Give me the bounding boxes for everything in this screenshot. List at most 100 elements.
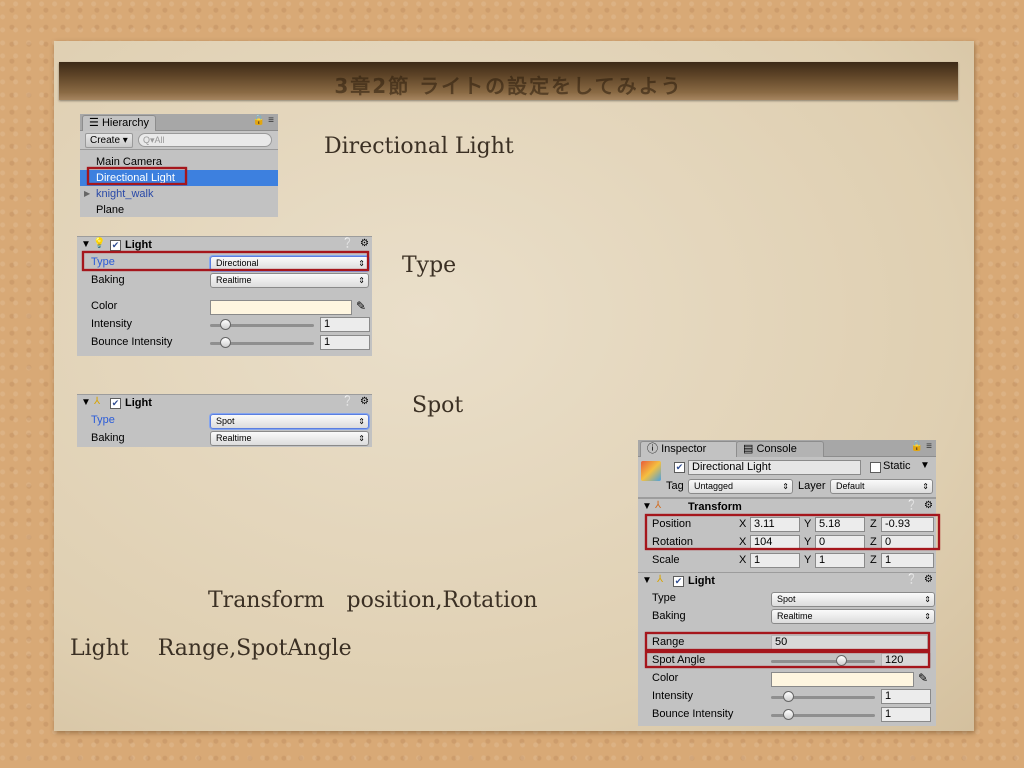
static-checkbox[interactable]: ✔ [870,462,881,473]
foldout-triangle-icon[interactable]: ▼ [81,397,91,408]
gameobject-icon [641,461,661,481]
baking-dropdown[interactable]: Realtime ⇕ [771,609,935,624]
help-icon[interactable]: ❔ [342,396,354,407]
eyedropper-icon[interactable]: ✎ [356,299,366,313]
eyedropper-icon[interactable]: ✎ [918,671,928,685]
caption-light: Light Range,SpotAngle [70,636,352,661]
help-icon[interactable]: ❔ [906,574,918,585]
layer-dropdown[interactable]: Default ⇕ [830,479,933,494]
intensity-field[interactable]: 1 [320,317,370,332]
caption-directional-light: Directional Light [324,134,514,159]
color-label: Color [652,672,679,684]
bounce-field[interactable]: 1 [320,335,370,350]
dropdown-arrow-icon: ⇕ [358,276,365,285]
create-button[interactable]: Create ▾ [85,133,133,148]
spotlight-icon: ⅄ [657,574,664,585]
intensity-label: Intensity [652,690,693,702]
static-label: Static [883,460,911,472]
tag-dropdown[interactable]: Untagged ⇕ [688,479,793,494]
tag-dropdown-value: Untagged [694,481,734,491]
bounce-field[interactable]: 1 [881,707,931,722]
expand-triangle-icon[interactable]: ▶ [84,186,90,202]
baking-dropdown-value: Realtime [216,275,252,285]
tab-console-label: Console [756,443,797,455]
baking-dropdown[interactable]: Realtime ⇕ [210,431,369,446]
gear-icon[interactable]: ⚙ [360,238,369,249]
type-dropdown[interactable]: Spot ⇕ [771,592,935,607]
dropdown-arrow-icon: ⇕ [358,417,365,426]
light-enabled-checkbox[interactable]: ✔ [110,240,121,251]
tab-inspector[interactable]: ⓘ Inspector [640,441,738,457]
hierarchy-item-knight-walk[interactable]: ▶ knight_walk [80,186,278,202]
panel-menu-icon[interactable]: 🔒 ≡ [911,441,932,452]
axis-x-label: X [739,554,747,566]
gear-icon[interactable]: ⚙ [924,500,933,511]
dropdown-arrow-icon: ⇕ [922,482,929,491]
axis-y-label: Y [804,554,812,566]
object-name-field[interactable]: Directional Light [688,460,861,475]
light-header-label: Light [688,575,715,587]
foldout-triangle-icon[interactable]: ▼ [642,501,652,512]
dropdown-arrow-icon: ⇕ [924,612,931,621]
light-component-header: ▼ ⅄ ✔ Light ❔ ⚙ [77,394,372,412]
color-swatch[interactable] [771,672,914,687]
tab-hierarchy[interactable]: ☰ Hierarchy [82,115,157,131]
light-header-label: Light [125,397,152,409]
foldout-triangle-icon[interactable]: ▼ [642,575,652,586]
scale-z-field[interactable]: 1 [881,553,934,568]
list-icon: ☰ [89,117,99,129]
light-enabled-checkbox[interactable]: ✔ [110,398,121,409]
help-icon[interactable]: ❔ [906,500,918,511]
layer-dropdown-value: Default [836,481,865,491]
transform-header-label: Transform [688,501,742,513]
spotlight-icon: ⅄ [94,396,101,407]
intensity-slider-knob[interactable] [220,319,231,330]
baking-row: Baking Realtime ⇕ [77,430,372,448]
inspector-panel: ⓘ Inspector ▤ Console 🔒 ≡ ✔ Directional … [638,440,936,726]
bounce-slider-knob[interactable] [220,337,231,348]
gear-icon[interactable]: ⚙ [924,574,933,585]
panel-menu-icon[interactable]: 🔒 ≡ [253,115,274,126]
light-enabled-checkbox[interactable]: ✔ [673,576,684,587]
slide-banner: 3章2節 ライトの設定をしてみよう [59,62,958,100]
color-swatch[interactable] [210,300,352,315]
highlight-box [87,167,187,185]
foldout-triangle-icon[interactable]: ▼ [81,239,91,250]
hierarchy-tabbar: ☰ Hierarchy 🔒 ≡ [80,114,278,131]
intensity-field[interactable]: 1 [881,689,931,704]
type-dropdown[interactable]: Spot ⇕ [210,414,369,429]
intensity-slider-knob[interactable] [783,691,794,702]
highlight-box [82,251,369,271]
hierarchy-panel: ☰ Hierarchy 🔒 ≡ Create ▾ Q▾All Main Came… [80,114,278,217]
intensity-row: Intensity 1 [77,316,372,334]
object-header: ✔ Directional Light ✔ Static ▼ Tag Untag… [638,457,936,498]
bounce-label: Bounce Intensity [652,708,734,720]
type-row: Type Spot ⇕ [638,590,936,608]
gear-icon[interactable]: ⚙ [360,396,369,407]
scale-label: Scale [652,554,680,566]
color-label: Color [91,300,118,312]
scale-x-field[interactable]: 1 [750,553,800,568]
baking-label: Baking [91,274,125,286]
scale-y-field[interactable]: 1 [815,553,865,568]
static-dropdown-icon[interactable]: ▼ [920,460,930,471]
bounce-label: Bounce Intensity [91,336,173,348]
light-header-label: Light [125,239,152,251]
tab-console[interactable]: ▤ Console [736,441,824,457]
type-row: Type Spot ⇕ [77,412,372,430]
caption-type: Type [402,253,457,278]
help-icon[interactable]: ❔ [342,238,354,249]
search-input[interactable]: Q▾All [138,133,272,147]
dropdown-arrow-icon: ⇕ [358,434,365,443]
bounce-slider-knob[interactable] [783,709,794,720]
type-dropdown-value: Spot [777,594,796,604]
active-checkbox[interactable]: ✔ [674,462,685,473]
baking-dropdown[interactable]: Realtime ⇕ [210,273,369,288]
intensity-row: Intensity 1 [638,688,936,706]
baking-label: Baking [91,432,125,444]
light-component-spot: ▼ ⅄ ✔ Light ❔ ⚙ Type Spot ⇕ Baking Realti… [77,394,372,447]
inspector-tabbar: ⓘ Inspector ▤ Console 🔒 ≡ [638,440,936,457]
info-icon: ⓘ [647,443,658,455]
hierarchy-item-plane[interactable]: Plane [80,202,278,218]
highlight-box [645,632,930,651]
